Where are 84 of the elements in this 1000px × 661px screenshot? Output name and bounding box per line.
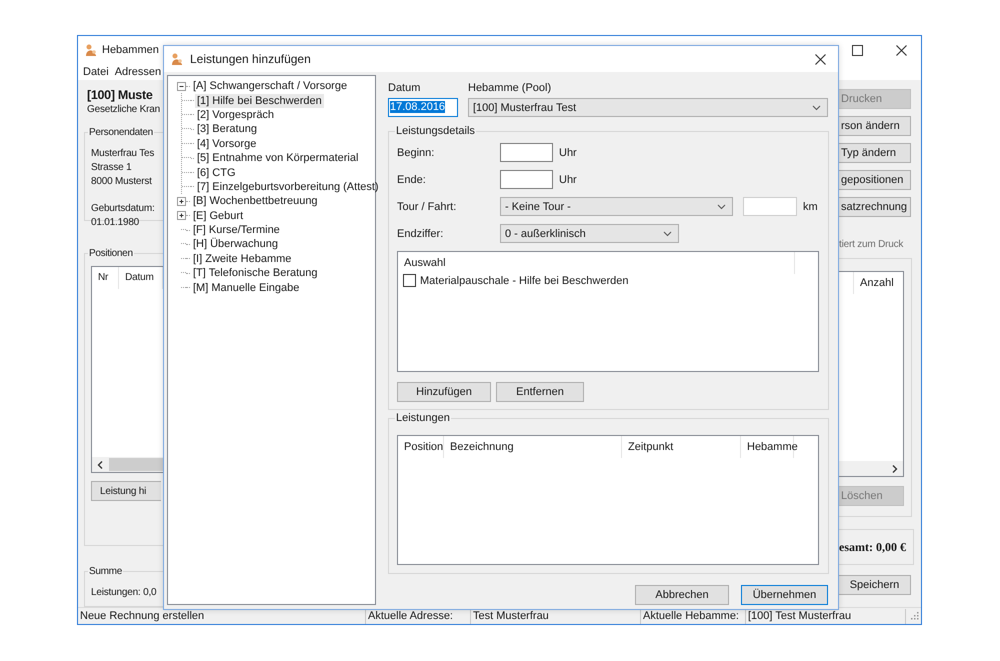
address-line: Musterfrau Tes <box>91 147 156 161</box>
midwife-label: Hebamme (Pool) <box>468 82 552 94</box>
services-list[interactable]: Position Bezeichnung Zeitpunkt Hebamme <box>397 435 819 566</box>
field-label: Beginn: <box>397 146 436 158</box>
column-header[interactable]: Nr <box>92 267 120 289</box>
positions-list[interactable]: Anzahl <box>839 271 904 477</box>
tree-item[interactable]: [7] Einzelgeburtsvorbereitung (Attest) <box>195 180 381 194</box>
menu-item[interactable]: Adressen <box>114 66 162 78</box>
scroll-right-icon <box>892 464 898 472</box>
dialog-button[interactable]: Übernehmen <box>741 585 828 605</box>
column-header[interactable]: Zeitpunkt <box>622 436 741 458</box>
scrollbar[interactable] <box>92 457 163 472</box>
column-header[interactable]: Bezeichnung <box>444 436 622 458</box>
resize-grip-icon <box>911 612 919 620</box>
expand-icon[interactable] <box>177 196 186 206</box>
date-label: Datum <box>388 82 422 94</box>
field-label: Endziffer: <box>397 228 444 240</box>
menu-item[interactable]: Datei <box>83 66 109 78</box>
field-label: Tour / Fahrt: <box>397 200 458 212</box>
midwife-dropdown[interactable]: [100] Musterfrau Test <box>468 98 828 117</box>
tree-item[interactable]: [6] CTG <box>195 166 238 180</box>
birth-date-label: Geburtsdatum: <box>91 202 156 216</box>
checkbox[interactable] <box>403 274 416 287</box>
group-label: Leistungsdetails <box>395 125 476 138</box>
app-icon <box>84 43 98 57</box>
patient-heading: [100] Muste <box>87 88 154 102</box>
tree-item[interactable]: [2] Vorgespräch <box>195 108 276 122</box>
chevron-down-icon <box>663 230 672 236</box>
tree-item[interactable]: [4] Vorsorge <box>195 136 258 151</box>
chevron-down-icon <box>812 104 821 110</box>
positions-list[interactable]: Nr Datum <box>91 266 163 473</box>
tree-item[interactable]: [3] Beratung <box>195 122 259 136</box>
dialog-title: Leistungen hinzufügen <box>190 52 311 66</box>
birth-date: 01.01.1980 <box>91 216 140 230</box>
date-field[interactable]: 17.08.2016 <box>388 98 458 117</box>
sum-text: Leistungen: 0,0 <box>91 586 158 600</box>
unit-label: km <box>803 200 818 212</box>
expand-icon[interactable] <box>177 211 186 220</box>
close-icon <box>896 44 907 56</box>
unit-label: Uhr <box>559 174 577 186</box>
code-dropdown[interactable]: 0 - außerklinisch <box>500 224 679 243</box>
side-button[interactable]: gepositionen <box>839 170 911 190</box>
address-line: Strasse 1 <box>91 161 132 175</box>
group-label: Leistungen <box>395 412 451 426</box>
action-button[interactable]: Entfernen <box>496 382 584 402</box>
total-amount: esamt: 0,00 € <box>839 540 906 554</box>
scrollbar[interactable] <box>839 461 903 476</box>
side-button[interactable]: Typ ändern <box>839 143 911 163</box>
app-icon <box>170 52 184 66</box>
tree-item[interactable]: [H] Überwachung <box>191 237 280 252</box>
tree-item[interactable]: [T] Telefonische Beratung <box>191 266 320 280</box>
tree-item[interactable]: [A] Schwangerschaft / Vorsorge <box>191 79 350 94</box>
column-header[interactable]: Position <box>398 436 444 458</box>
unit-label: Uhr <box>559 146 577 158</box>
checkbox-label: Materialpauschale - Hilfe bei Beschwerden <box>420 274 628 286</box>
save-button[interactable]: Speichern <box>839 575 911 595</box>
close-icon <box>815 54 826 64</box>
side-button[interactable]: satzrechnung <box>839 197 911 217</box>
time-field[interactable] <box>500 170 553 189</box>
collapse-icon[interactable] <box>177 82 186 91</box>
selection-list[interactable]: Auswahl Materialpauschale - Hilfe bei Beschwerden <box>397 251 819 372</box>
field-label: Ende: <box>397 174 427 186</box>
tree-item[interactable]: [M] Manuelle Eingabe <box>191 280 302 295</box>
action-button[interactable]: Hinzufügen <box>397 382 491 402</box>
tree-item[interactable]: [1] Hilfe bei Beschwerden <box>195 94 324 108</box>
column-header[interactable]: Anzahl <box>853 272 903 294</box>
dialog-button[interactable]: Abbrechen <box>635 585 729 605</box>
maximize-icon <box>852 44 863 56</box>
chevron-down-icon <box>717 204 726 210</box>
tree-item[interactable]: [E] Geburt <box>191 208 246 223</box>
add-service-button[interactable]: Leistung hi <box>91 481 161 501</box>
tree-item[interactable]: [I] Zweite Hebamme <box>191 252 294 266</box>
scroll-left-icon <box>97 460 103 468</box>
tree-item[interactable]: [5] Entnahme von Körpermaterial <box>195 151 360 166</box>
address-line: 8000 Musterst <box>91 175 153 189</box>
window-title: Hebammen <box>102 44 159 56</box>
insurance-label: Gesetzliche Kran <box>87 104 161 115</box>
tour-dropdown[interactable]: - Keine Tour - <box>500 197 733 216</box>
side-button[interactable]: rson ändern <box>839 116 911 136</box>
print-note: tiert zum Druck <box>839 239 904 250</box>
service-tree[interactable] <box>167 75 376 605</box>
tree-item[interactable]: [B] Wochenbettbetreuung <box>191 194 320 208</box>
tree-item[interactable]: [F] Kurse/Termine <box>191 223 282 238</box>
time-field[interactable] <box>500 143 553 162</box>
